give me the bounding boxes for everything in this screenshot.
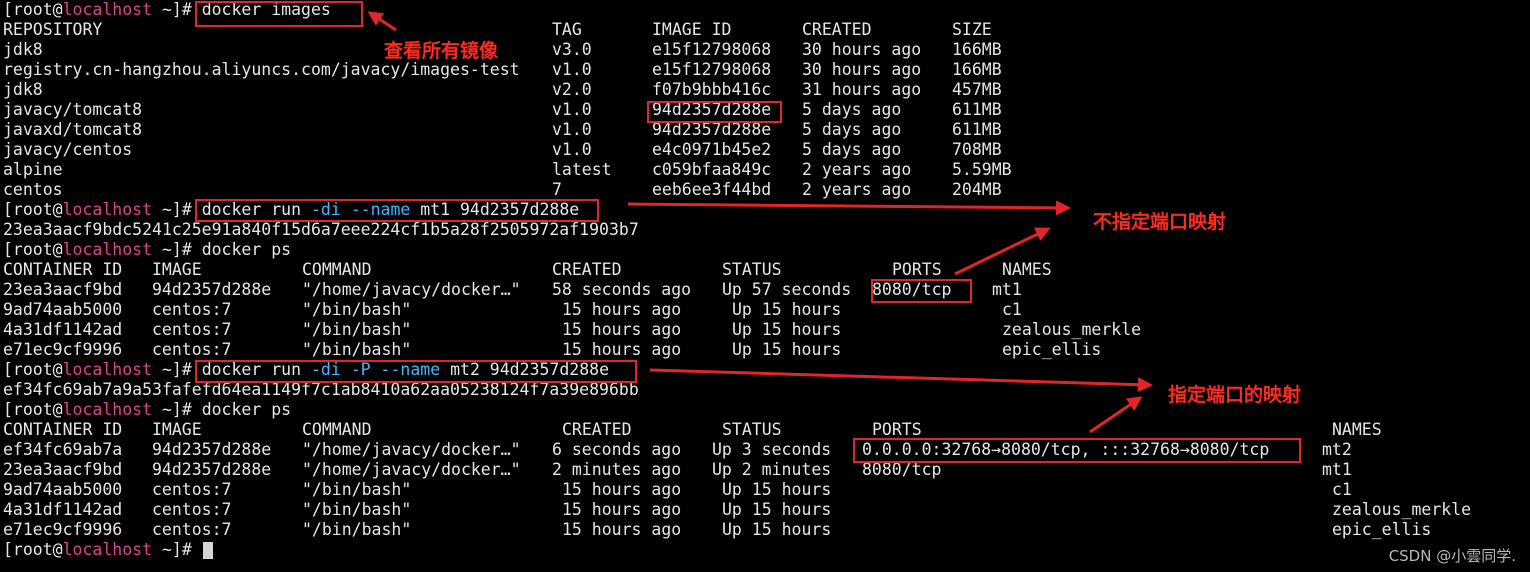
arrow-to-ports-mt1 — [954, 227, 1051, 276]
arrow-to-run-mt2 — [649, 368, 1153, 393]
highlight-run-mt1-command — [195, 199, 599, 222]
highlight-run-mt2-command — [195, 360, 637, 383]
annotation-arrows — [367, 11, 1153, 434]
arrow-to-images-command — [367, 11, 397, 32]
highlight-ports-mt2 — [853, 438, 1301, 463]
watermark: CSDN @小雲同学. — [1388, 547, 1516, 565]
arrow-to-run-mt1 — [627, 200, 1071, 216]
arrow-to-ports-mt2 — [1089, 396, 1143, 434]
highlight-ports-mt1 — [871, 279, 972, 303]
highlight-images-command — [195, 1, 363, 27]
highlight-image-id — [647, 101, 782, 123]
